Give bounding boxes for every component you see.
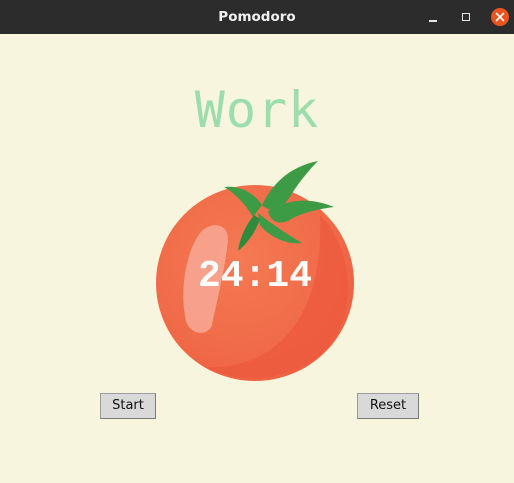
title-bar[interactable]: Pomodoro <box>0 0 514 34</box>
mode-label: Work <box>194 81 320 139</box>
close-icon <box>491 8 509 26</box>
minimize-button[interactable] <box>423 6 445 28</box>
timer-display: 24:14 <box>197 255 313 298</box>
reset-button[interactable]: Reset <box>357 393 419 419</box>
maximize-icon <box>462 13 470 21</box>
start-button[interactable]: Start <box>100 393 156 419</box>
pomodoro-window: Pomodoro Work 24:14 Start Reset <box>0 0 514 483</box>
minimize-icon <box>429 20 437 22</box>
maximize-button[interactable] <box>455 6 477 28</box>
close-button[interactable] <box>489 6 511 28</box>
